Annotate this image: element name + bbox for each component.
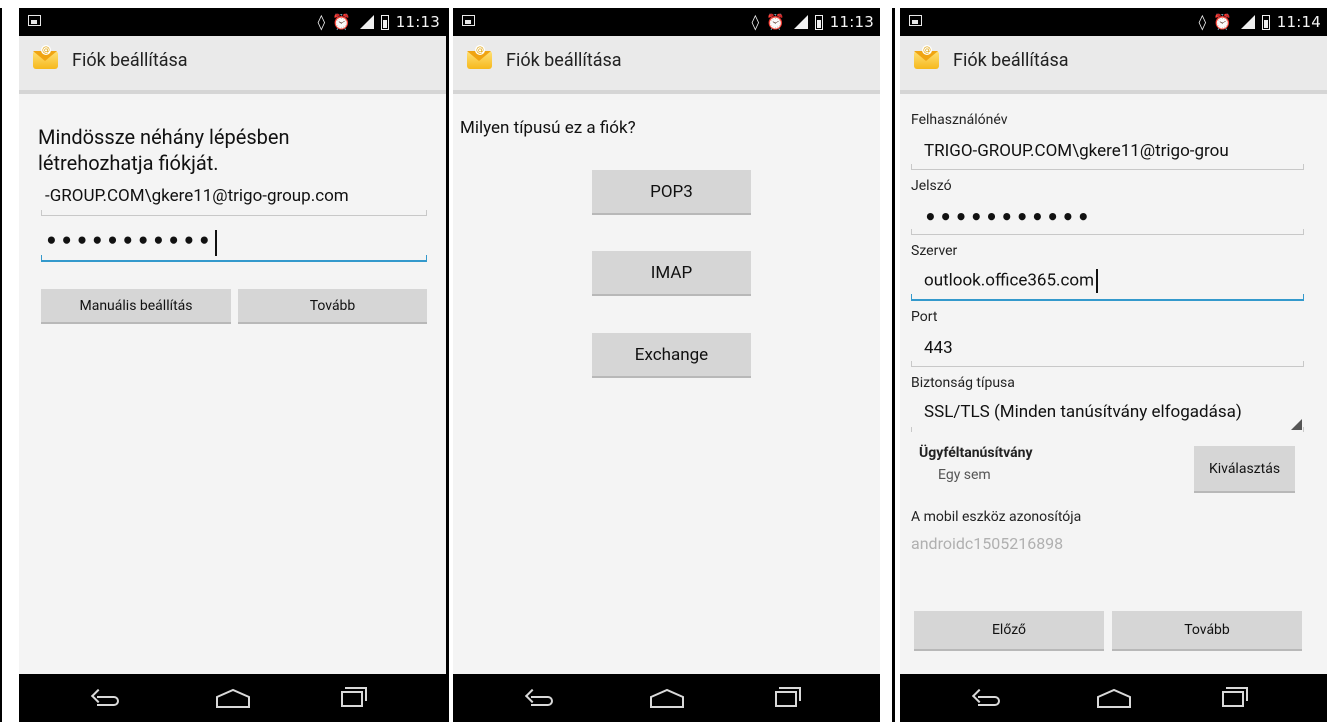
username-field[interactable]: TRIGO-GROUP.COM\gkere11@trigo-grou bbox=[911, 136, 1304, 170]
next-button[interactable]: Tovább bbox=[238, 289, 427, 324]
screen-divider bbox=[446, 8, 449, 722]
previous-button[interactable]: Előző bbox=[914, 611, 1104, 651]
pop3-button[interactable]: POP3 bbox=[592, 170, 751, 215]
action-bar-title: Fiók beállítása bbox=[506, 50, 622, 71]
port-field[interactable]: 443 bbox=[911, 333, 1304, 367]
navigation-bar bbox=[900, 674, 1327, 722]
clock: 11:14 bbox=[1276, 13, 1321, 31]
left-edge-border bbox=[0, 8, 2, 722]
password-label: Jelszó bbox=[911, 178, 952, 194]
text-cursor bbox=[1096, 269, 1098, 293]
navigation-bar bbox=[453, 674, 880, 722]
back-icon[interactable] bbox=[525, 685, 555, 711]
home-icon[interactable] bbox=[1096, 688, 1132, 708]
navigation-bar bbox=[19, 674, 446, 722]
client-cert-label: Ügyféltanúsítvány bbox=[919, 445, 1033, 461]
email-app-icon: @ bbox=[467, 45, 492, 69]
home-icon[interactable] bbox=[649, 688, 685, 708]
action-bar: @ Fiók beállítása bbox=[900, 36, 1327, 94]
clock: 11:13 bbox=[395, 13, 440, 31]
username-field-value: TRIGO-GROUP.COM\gkere11@trigo-grou bbox=[924, 141, 1229, 161]
back-icon[interactable] bbox=[91, 685, 121, 711]
action-bar: @ Fiók beállítása bbox=[453, 36, 880, 94]
phone-screen-server-settings: ◊ ⏰ 11:14 @ Fiók beállítása Felhasználón… bbox=[900, 8, 1327, 722]
email-app-icon: @ bbox=[914, 45, 939, 69]
dropdown-arrow-icon bbox=[1291, 419, 1302, 430]
password-field-value: ••••••••••• bbox=[924, 207, 1093, 229]
client-cert-value: Egy sem bbox=[938, 467, 991, 483]
status-bar: ◊ ⏰ 11:14 bbox=[900, 8, 1327, 36]
password-field[interactable]: ••••••••••• bbox=[41, 226, 427, 262]
action-bar: @ Fiók beállítása bbox=[19, 36, 446, 94]
email-field-value: -GROUP.COM\gkere11@trigo-group.com bbox=[45, 186, 349, 206]
screenshot-icon bbox=[462, 15, 475, 26]
screenshot-icon bbox=[909, 15, 922, 26]
recent-apps-icon[interactable] bbox=[775, 687, 801, 707]
alarm-icon: ⏰ bbox=[766, 13, 785, 31]
server-field-value: outlook.office365.com bbox=[924, 270, 1095, 291]
hspa-signal-icon bbox=[1239, 15, 1255, 29]
port-field-value: 443 bbox=[924, 338, 953, 358]
alarm-icon: ⏰ bbox=[332, 13, 351, 31]
port-label: Port bbox=[911, 309, 938, 325]
manual-setup-button[interactable]: Manuális beállítás bbox=[41, 289, 231, 324]
device-id-label: A mobil eszköz azonosítója bbox=[911, 509, 1082, 525]
battery-icon bbox=[380, 14, 389, 30]
password-field[interactable]: ••••••••••• bbox=[911, 200, 1304, 235]
screenshot-icon bbox=[28, 15, 41, 26]
choose-certificate-button[interactable]: Kiválasztás bbox=[1194, 446, 1295, 493]
action-bar-title: Fiók beállítása bbox=[953, 50, 1069, 71]
password-field-value: ••••••••••• bbox=[45, 230, 214, 253]
text-cursor bbox=[215, 230, 217, 256]
clock: 11:13 bbox=[829, 13, 874, 31]
security-type-value: SSL/TLS (Minden tanúsítvány elfogadása) bbox=[924, 402, 1242, 422]
email-app-icon: @ bbox=[33, 45, 58, 69]
battery-icon bbox=[814, 14, 823, 30]
phone-screen-account-type: ◊ ⏰ 11:13 @ Fiók beállítása Milyen típus… bbox=[453, 8, 880, 722]
hspa-signal-icon bbox=[358, 15, 374, 29]
imap-button[interactable]: IMAP bbox=[592, 251, 751, 296]
status-bar: ◊ ⏰ 11:13 bbox=[19, 8, 446, 36]
recent-apps-icon[interactable] bbox=[341, 687, 367, 707]
phone-screen-account-setup: ◊ ⏰ 11:13 @ Fiók beállítása Mindössze né… bbox=[19, 8, 446, 722]
screen-divider bbox=[892, 8, 895, 722]
status-bar: ◊ ⏰ 11:13 bbox=[453, 8, 880, 36]
vibrate-icon: ◊ bbox=[317, 13, 326, 31]
account-type-question: Milyen típusú ez a fiók? bbox=[460, 118, 636, 138]
server-label: Szerver bbox=[911, 243, 958, 259]
security-type-label: Biztonság típusa bbox=[911, 375, 1015, 391]
back-icon[interactable] bbox=[972, 685, 1002, 711]
alarm-icon: ⏰ bbox=[1213, 13, 1232, 31]
hspa-signal-icon bbox=[792, 15, 808, 29]
action-bar-title: Fiók beállítása bbox=[72, 50, 188, 71]
next-button[interactable]: Tovább bbox=[1112, 611, 1302, 651]
device-id-value: androidc1505216898 bbox=[911, 534, 1064, 553]
exchange-button[interactable]: Exchange bbox=[592, 333, 751, 378]
home-icon[interactable] bbox=[215, 688, 251, 708]
setup-heading: Mindössze néhány lépésben létrehozhatja … bbox=[38, 125, 290, 175]
email-field[interactable]: -GROUP.COM\gkere11@trigo-group.com bbox=[41, 182, 427, 216]
server-field[interactable]: outlook.office365.com bbox=[911, 266, 1304, 301]
username-label: Felhasználónév bbox=[911, 112, 1008, 128]
vibrate-icon: ◊ bbox=[751, 13, 760, 31]
battery-icon bbox=[1261, 14, 1270, 30]
vibrate-icon: ◊ bbox=[1198, 13, 1207, 31]
recent-apps-icon[interactable] bbox=[1222, 687, 1248, 707]
security-type-spinner[interactable]: SSL/TLS (Minden tanúsítvány elfogadása) bbox=[911, 397, 1304, 432]
